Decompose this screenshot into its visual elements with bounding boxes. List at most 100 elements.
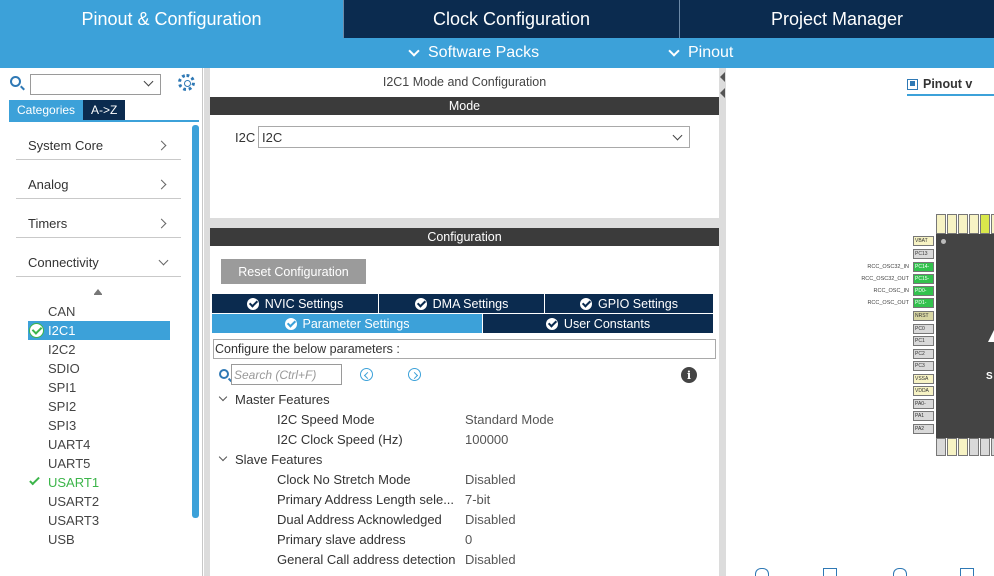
fit-view-icon[interactable] xyxy=(823,568,837,576)
collapse-left-icon[interactable] xyxy=(720,72,725,82)
peripheral-usart3[interactable]: USART3 xyxy=(28,511,170,530)
category-analog[interactable]: Analog xyxy=(16,171,181,199)
tab-label: NVIC Settings xyxy=(264,296,344,311)
peripheral-uart4[interactable]: UART4 xyxy=(28,435,170,454)
peripheral-usart1[interactable]: USART1 xyxy=(28,473,170,492)
mode-header: Mode xyxy=(210,97,719,115)
reset-configuration-button[interactable]: Reset Configuration xyxy=(221,259,366,284)
param-value[interactable]: 7-bit xyxy=(465,492,490,507)
chip-pin[interactable]: VSSA xyxy=(913,374,934,384)
info-icon[interactable]: i xyxy=(681,367,697,383)
tab-user-constants[interactable]: User Constants xyxy=(483,314,713,333)
tab-pinout-view[interactable]: Pinout v xyxy=(907,74,972,94)
panel-splitter[interactable] xyxy=(720,68,726,576)
chip-pin[interactable]: PC1 xyxy=(913,336,934,346)
check-circle-icon xyxy=(29,323,44,338)
category-label: System Core xyxy=(28,138,104,153)
chip-pin[interactable]: VDDA xyxy=(913,386,934,396)
group-slave-features[interactable]: Slave Features xyxy=(235,452,322,467)
pinout-view-panel: Pinout v S VBAT PC13 PC14- PC15- PD0- PD… xyxy=(727,68,994,576)
category-label: Connectivity xyxy=(28,255,99,270)
chip-text: S xyxy=(986,371,993,382)
tab-gpio-settings[interactable]: GPIO Settings xyxy=(545,294,713,313)
chip-pin[interactable]: NRST xyxy=(913,311,934,321)
collapse-left-icon[interactable] xyxy=(720,88,725,98)
search-icon[interactable] xyxy=(219,369,229,379)
next-match-icon[interactable] xyxy=(408,368,421,381)
chip-pin[interactable] xyxy=(958,438,968,456)
zoom-out-icon[interactable] xyxy=(893,568,907,576)
peripheral-can[interactable]: CAN xyxy=(28,302,170,321)
peripheral-sdio[interactable]: SDIO xyxy=(28,359,170,378)
category-timers[interactable]: Timers xyxy=(16,210,181,238)
chip-pin[interactable]: PC15- xyxy=(913,274,934,284)
chip-pin[interactable]: PC14- xyxy=(913,262,934,272)
chevron-down-icon[interactable] xyxy=(218,392,228,402)
previous-match-icon[interactable] xyxy=(360,368,373,381)
category-connectivity[interactable]: Connectivity xyxy=(16,249,181,277)
chip-pin[interactable] xyxy=(980,438,990,456)
chip-pin[interactable] xyxy=(958,214,968,234)
chip-pin[interactable]: PA0- xyxy=(913,399,934,409)
main-tab-bar: Pinout & Configuration Clock Configurati… xyxy=(0,0,994,38)
pin-signal-label: RCC_OSC32_OUT xyxy=(861,276,909,282)
tab-clock-configuration[interactable]: Clock Configuration xyxy=(343,0,679,38)
chip-pin[interactable]: PC13 xyxy=(913,249,934,259)
peripheral-usb[interactable]: USB xyxy=(28,530,170,549)
chip-pin[interactable]: PD1- xyxy=(913,298,934,308)
search-icon[interactable] xyxy=(10,76,21,87)
peripheral-spi3[interactable]: SPI3 xyxy=(28,416,170,435)
peripheral-label: UART4 xyxy=(48,437,91,452)
left-scrollbar[interactable] xyxy=(192,125,199,518)
tab-parameter-settings[interactable]: Parameter Settings xyxy=(212,314,482,333)
chip-pin[interactable] xyxy=(969,214,979,234)
chip-pin[interactable]: PA2 xyxy=(913,424,934,434)
chip-pin[interactable]: PA1 xyxy=(913,411,934,421)
tab-pinout-configuration[interactable]: Pinout & Configuration xyxy=(0,0,343,38)
peripheral-i2c1[interactable]: I2C1 xyxy=(28,321,170,340)
chip-pin[interactable] xyxy=(947,214,957,234)
param-value[interactable]: 100000 xyxy=(465,432,508,447)
configure-parameters-label: Configure the below parameters : xyxy=(213,339,716,359)
mcu-chip[interactable]: S xyxy=(936,234,994,438)
chip-pin[interactable]: VBAT xyxy=(913,236,934,246)
chip-pin[interactable]: PC2 xyxy=(913,349,934,359)
chip-pin[interactable]: PC3 xyxy=(913,361,934,371)
software-packs-menu[interactable]: Software Packs xyxy=(408,38,539,68)
chip-pin[interactable]: PC0 xyxy=(913,324,934,334)
tab-categories[interactable]: Categories xyxy=(9,100,84,120)
chip-pin[interactable] xyxy=(936,214,946,234)
param-value[interactable]: Disabled xyxy=(465,472,516,487)
tab-dma-settings[interactable]: DMA Settings xyxy=(379,294,544,313)
parameter-search-input[interactable]: Search (Ctrl+F) xyxy=(231,364,342,385)
param-value[interactable]: 0 xyxy=(465,532,472,547)
chip-pin[interactable] xyxy=(947,438,957,456)
peripheral-spi2[interactable]: SPI2 xyxy=(28,397,170,416)
chip-pin[interactable]: PD0- xyxy=(913,286,934,296)
zoom-in-icon[interactable] xyxy=(755,568,769,576)
tab-a-z[interactable]: A->Z xyxy=(83,100,126,120)
peripheral-spi1[interactable]: SPI1 xyxy=(28,378,170,397)
tab-project-manager[interactable]: Project Manager xyxy=(679,0,994,38)
group-master-features[interactable]: Master Features xyxy=(235,392,330,407)
chip-pin[interactable] xyxy=(936,438,946,456)
pinout-menu[interactable]: Pinout xyxy=(668,38,733,68)
chip-pin[interactable] xyxy=(969,438,979,456)
chevron-down-icon[interactable] xyxy=(672,130,683,141)
param-value[interactable]: Disabled xyxy=(465,512,516,527)
category-search-input[interactable] xyxy=(30,74,161,95)
chevron-down-icon[interactable] xyxy=(218,452,228,462)
chip-pin[interactable] xyxy=(980,214,990,234)
param-value[interactable]: Disabled xyxy=(465,552,516,567)
chevron-down-icon[interactable] xyxy=(143,76,154,87)
peripheral-uart5[interactable]: UART5 xyxy=(28,454,170,473)
peripheral-usart2[interactable]: USART2 xyxy=(28,492,170,511)
i2c-mode-select[interactable]: I2C xyxy=(258,126,690,148)
param-value[interactable]: Standard Mode xyxy=(465,412,554,427)
peripheral-i2c2[interactable]: I2C2 xyxy=(28,340,170,359)
gear-icon[interactable] xyxy=(178,74,195,91)
tab-nvic-settings[interactable]: NVIC Settings xyxy=(212,294,378,313)
export-icon[interactable] xyxy=(960,568,974,576)
category-system-core[interactable]: System Core xyxy=(16,132,181,160)
sort-icon[interactable] xyxy=(94,289,102,295)
